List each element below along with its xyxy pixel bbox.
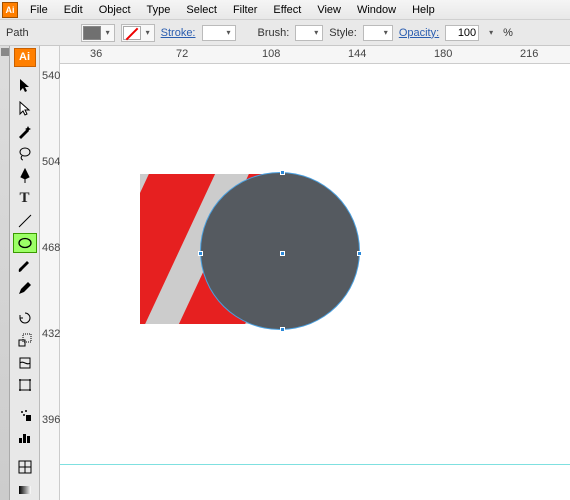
line-tool[interactable] (13, 211, 37, 231)
menu-view[interactable]: View (309, 2, 349, 18)
opacity-input[interactable] (445, 25, 479, 41)
menu-select[interactable]: Select (178, 2, 225, 18)
white-arrow-icon (17, 101, 33, 117)
free-transform-tool[interactable] (13, 375, 37, 395)
menu-object[interactable]: Object (91, 2, 139, 18)
ruler-tick: 72 (176, 48, 188, 60)
wand-icon (17, 123, 33, 139)
gradient-tool[interactable] (13, 480, 37, 500)
scale-icon (17, 332, 33, 348)
horizontal-ruler[interactable]: 36 72 108 144 180 216 (60, 46, 570, 64)
menu-filter[interactable]: Filter (225, 2, 265, 18)
canvas[interactable] (60, 64, 570, 500)
arrow-cursor-icon (17, 78, 33, 94)
no-stroke-icon (123, 26, 141, 40)
selection-type-label: Path (6, 27, 29, 39)
app-badge: Ai (14, 48, 36, 67)
chevron-down-icon: ▾ (310, 28, 322, 37)
type-icon: T (19, 190, 29, 207)
symbol-sprayer-tool[interactable] (13, 405, 37, 425)
ruler-tick: 144 (348, 48, 366, 60)
warp-tool[interactable] (13, 352, 37, 372)
menu-type[interactable]: Type (139, 2, 179, 18)
stroke-weight-select[interactable]: ▾ (202, 25, 236, 41)
chevron-down-icon: ▾ (142, 26, 154, 40)
ruler-tick: 180 (434, 48, 452, 60)
type-tool[interactable]: T (13, 188, 37, 208)
transform-icon (17, 377, 33, 393)
line-icon (17, 213, 33, 229)
fill-color-icon (83, 26, 101, 40)
chevron-down-icon: ▾ (102, 26, 114, 40)
ruler-tick: 468 (42, 242, 60, 254)
rotate-tool[interactable] (13, 308, 37, 328)
ruler-tick: 108 (262, 48, 280, 60)
stroke-swatch[interactable]: ▾ (121, 24, 155, 42)
tool-panel: Ai T (10, 46, 40, 500)
gradient-icon (17, 482, 33, 498)
menu-edit[interactable]: Edit (56, 2, 91, 18)
ruler-tick: 36 (90, 48, 102, 60)
tab-marker-icon (1, 48, 9, 56)
rotate-icon (17, 310, 33, 326)
selection-tool[interactable] (13, 76, 37, 96)
menu-effect[interactable]: Effect (265, 2, 309, 18)
magic-wand-tool[interactable] (13, 121, 37, 141)
warp-icon (17, 355, 33, 371)
graph-tool[interactable] (13, 427, 37, 447)
menu-file[interactable]: File (22, 2, 56, 18)
workspace: Ai T 540 504 468 432 396 36 72 108 (0, 46, 570, 500)
style-label: Style: (329, 27, 357, 39)
style-select[interactable]: ▾ (363, 25, 393, 41)
spray-icon (17, 407, 33, 423)
ellipse-tool[interactable] (13, 233, 37, 253)
ruler-tick: 216 (520, 48, 538, 60)
chevron-down-icon[interactable]: ▾ (485, 26, 497, 40)
ruler-tick: 504 (42, 156, 60, 168)
stroke-link[interactable]: Stroke: (161, 27, 196, 39)
brush-label: Brush: (258, 27, 290, 39)
lasso-icon (17, 146, 33, 162)
direct-selection-tool[interactable] (13, 98, 37, 118)
brush-icon (17, 258, 33, 274)
menu-window[interactable]: Window (349, 2, 404, 18)
pencil-tool[interactable] (13, 278, 37, 298)
lasso-tool[interactable] (13, 143, 37, 163)
app-logo-icon: Ai (2, 2, 18, 18)
ruler-tick: 396 (42, 414, 60, 426)
horizontal-guide[interactable] (60, 464, 570, 465)
mesh-icon (17, 459, 33, 475)
vertical-ruler[interactable]: 540 504 468 432 396 (40, 46, 60, 500)
ellipse-icon (17, 235, 33, 251)
ruler-tick: 432 (42, 328, 60, 340)
ellipse-object-selected[interactable] (200, 172, 360, 330)
pen-tool[interactable] (13, 166, 37, 186)
scale-tool[interactable] (13, 330, 37, 350)
chevron-down-icon: ▾ (223, 28, 235, 37)
ruler-tick: 540 (42, 70, 60, 82)
menu-help[interactable]: Help (404, 2, 443, 18)
pencil-icon (17, 280, 33, 296)
pen-icon (17, 168, 33, 184)
opacity-link[interactable]: Opacity: (399, 27, 439, 39)
opacity-unit: % (503, 27, 513, 39)
paintbrush-tool[interactable] (13, 255, 37, 275)
control-bar: Path ▾ ▾ Stroke: ▾ Brush: ▾ Style: ▾ Opa… (0, 20, 570, 46)
brush-select[interactable]: ▾ (295, 25, 323, 41)
fill-swatch[interactable]: ▾ (81, 24, 115, 42)
chevron-down-icon: ▾ (380, 28, 392, 37)
graph-icon (17, 429, 33, 445)
menu-bar: Ai File Edit Object Type Select Filter E… (0, 0, 570, 20)
panel-tabs[interactable] (0, 46, 10, 500)
mesh-tool[interactable] (13, 457, 37, 477)
